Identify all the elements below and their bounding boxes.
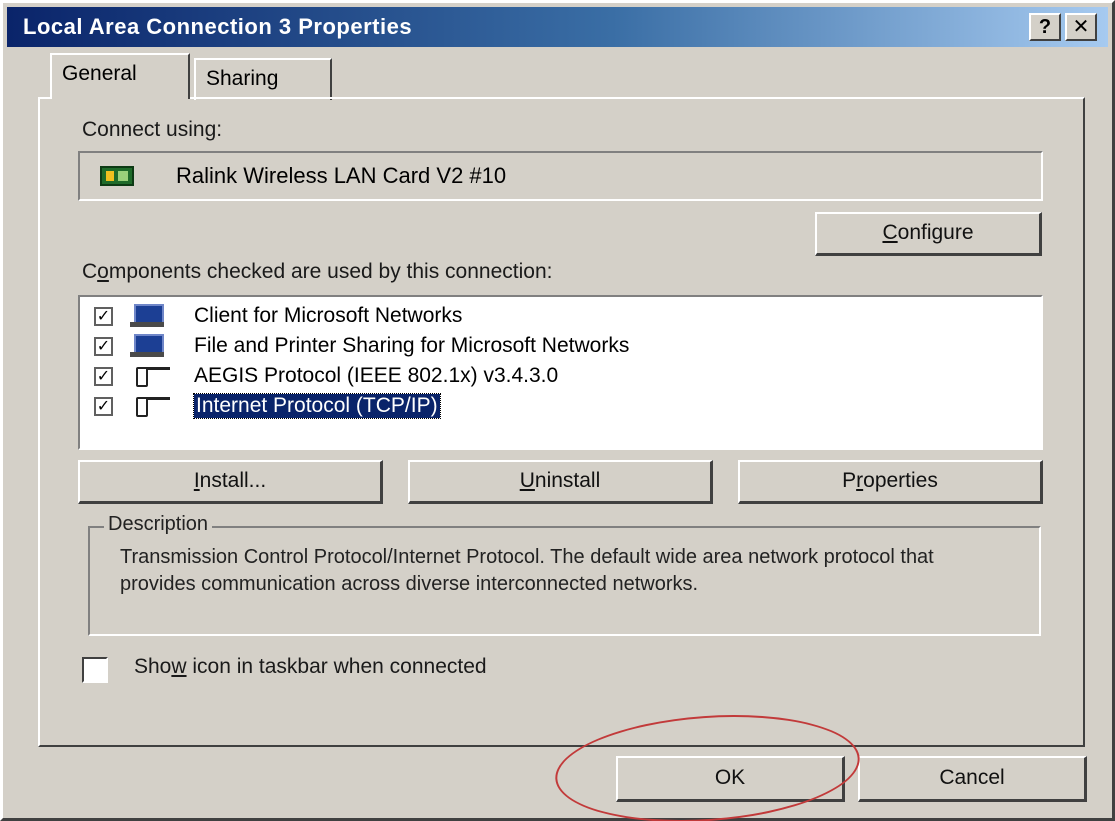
show-icon-label: Show icon in taskbar when connected: [134, 655, 487, 678]
description-legend: Description: [104, 513, 213, 536]
tab-general[interactable]: General: [50, 53, 190, 99]
component-checkbox[interactable]: ✓: [94, 367, 113, 386]
connect-using-label: Connect using:: [82, 118, 223, 141]
tab-sharing-label: Sharing: [206, 67, 279, 90]
list-item[interactable]: ✓ Client for Microsoft Networks: [94, 301, 994, 331]
component-label: AEGIS Protocol (IEEE 802.1x) v3.4.3.0: [194, 364, 559, 387]
component-label: Internet Protocol (TCP/IP): [193, 393, 441, 419]
show-icon-checkbox[interactable]: [82, 657, 108, 683]
uninstall-button-label: Uninstall: [519, 469, 601, 492]
component-checkbox[interactable]: ✓: [94, 307, 113, 326]
install-button[interactable]: Install...: [78, 460, 383, 504]
window-title: Local Area Connection 3 Properties: [23, 14, 413, 39]
components-list[interactable]: ✓ Client for Microsoft Networks ✓ File a…: [78, 295, 1043, 450]
install-button-label: Install...: [193, 469, 267, 492]
help-button[interactable]: ?: [1029, 13, 1061, 41]
component-label: Client for Microsoft Networks: [194, 304, 463, 327]
configure-button-label: Configure: [882, 221, 974, 244]
network-service-icon: [128, 333, 168, 359]
protocol-icon: [128, 363, 170, 389]
adapter-name: Ralink Wireless LAN Card V2 #10: [176, 163, 507, 188]
components-label: Components checked are used by this conn…: [82, 260, 553, 283]
component-checkbox[interactable]: ✓: [94, 337, 113, 356]
list-item[interactable]: ✓ AEGIS Protocol (IEEE 802.1x) v3.4.3.0: [94, 361, 994, 391]
description-text: Transmission Control Protocol/Internet P…: [120, 546, 934, 595]
list-item[interactable]: ✓ File and Printer Sharing for Microsoft…: [94, 331, 994, 361]
configure-button[interactable]: Configure: [815, 212, 1042, 256]
network-card-icon: [100, 166, 134, 186]
component-checkbox[interactable]: ✓: [94, 397, 113, 416]
adapter-field: Ralink Wireless LAN Card V2 #10: [78, 151, 1043, 201]
network-client-icon: [128, 303, 168, 329]
ok-button[interactable]: OK: [616, 756, 845, 802]
tab-sharing[interactable]: Sharing: [194, 58, 332, 100]
tab-general-label: General: [62, 62, 137, 85]
component-label: File and Printer Sharing for Microsoft N…: [194, 334, 630, 357]
title-bar[interactable]: Local Area Connection 3 Properties ? ✕: [7, 7, 1108, 47]
properties-button[interactable]: Properties: [738, 460, 1043, 504]
close-button[interactable]: ✕: [1065, 13, 1097, 41]
cancel-button[interactable]: Cancel: [858, 756, 1087, 802]
description-group: Description Transmission Control Protoco…: [88, 513, 1041, 636]
list-item-selected[interactable]: ✓ Internet Protocol (TCP/IP): [94, 391, 994, 421]
properties-button-label: Properties: [842, 469, 938, 492]
protocol-icon: [128, 393, 170, 419]
uninstall-button[interactable]: Uninstall: [408, 460, 713, 504]
